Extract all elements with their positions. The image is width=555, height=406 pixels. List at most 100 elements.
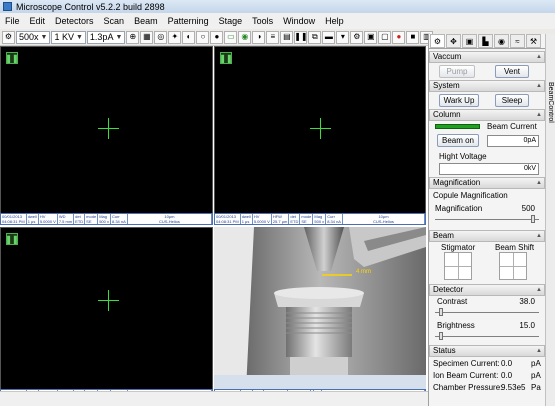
title-bar: Microscope Control v5.2.2 build 2898 <box>0 0 555 13</box>
viewport-bottom-left[interactable]: ❚❚ <box>0 227 213 391</box>
magnification-slider[interactable] <box>435 215 539 223</box>
voltage-value: 1 KV <box>54 32 74 42</box>
tab-view[interactable]: ◉ <box>494 34 509 48</box>
specimen-current-unit: pA <box>531 359 541 368</box>
slider-thumb[interactable] <box>531 215 535 223</box>
dropdown-icon[interactable]: ▾ <box>336 30 350 44</box>
record-icon[interactable]: ● <box>392 30 406 44</box>
scan-mode-icon[interactable]: ▬ <box>322 30 336 44</box>
beam-current-indicator <box>435 124 480 129</box>
databar-cell: 00/01/201304:08:31 PM <box>216 214 241 224</box>
tab-chart[interactable]: ▙ <box>478 34 493 48</box>
voltage-select[interactable]: 1 KV ▼ <box>51 30 86 44</box>
section-magnification[interactable]: Magnification ▲ <box>429 177 545 189</box>
dual-icon[interactable]: ⧉ <box>308 30 322 44</box>
stigmator-pad[interactable] <box>444 252 472 280</box>
circle-icon[interactable]: ○ <box>196 30 210 44</box>
viewport-top-right[interactable]: ❚❚ <box>214 46 426 225</box>
grid-icon[interactable]: ▦ <box>140 30 154 44</box>
beam-current-label: Beam Current <box>487 122 537 131</box>
tab-vacuum[interactable]: ≈ <box>510 34 525 48</box>
menu-scan[interactable]: Scan <box>99 13 130 29</box>
beam-shift-label: Beam Shift <box>495 243 535 252</box>
target-icon[interactable]: ◎ <box>154 30 168 44</box>
frame-icon[interactable]: ▣ <box>364 30 378 44</box>
sleep-button[interactable]: Sleep <box>495 94 529 107</box>
menu-file[interactable]: File <box>0 13 25 29</box>
brightness-value: 15.0 <box>519 321 535 330</box>
databar-cell: Curr8.34 nA <box>111 214 128 224</box>
pause-icon[interactable]: ❚❚ <box>294 30 308 44</box>
contrast-icon[interactable]: ◐ <box>182 30 196 44</box>
gear-icon[interactable]: ⚙ <box>2 30 15 44</box>
viewport-top-left[interactable]: ❚❚ <box>0 46 213 225</box>
contrast-slider[interactable] <box>435 308 539 316</box>
databar-scale: 10μmCUS-Helios <box>343 214 425 224</box>
pump-button[interactable]: Pump <box>439 65 475 78</box>
databar-cell: Curr8.34 nA <box>327 214 343 224</box>
magnification-select[interactable]: 500x ▼ <box>16 30 51 44</box>
chevron-down-icon: ▼ <box>115 33 123 41</box>
wake-up-button[interactable]: Wark Up <box>439 94 479 107</box>
slider-thumb[interactable] <box>439 308 443 316</box>
chamber-pressure-label: Chamber Pressure: <box>433 383 503 392</box>
beam-on-button[interactable]: Beam on <box>437 134 479 147</box>
tab-stage[interactable]: ✥ <box>446 34 461 48</box>
menu-window[interactable]: Window <box>278 13 320 29</box>
scan-icon[interactable]: ▤ <box>280 30 294 44</box>
brightness-slider[interactable] <box>435 332 539 340</box>
menu-patterning[interactable]: Patterning <box>163 13 214 29</box>
stop-icon[interactable]: ■ <box>406 30 420 44</box>
specimen-current-value: 0.0 <box>501 359 513 368</box>
chamber-camera-view[interactable]: 4 mm <box>214 227 426 390</box>
current-select[interactable]: 1.3pA ▼ <box>86 30 126 44</box>
current-value: 1.3pA <box>89 32 114 42</box>
databar-cell: dwell1 μs <box>27 214 39 224</box>
crosshair-icon[interactable]: ⊕ <box>126 30 140 44</box>
menu-help[interactable]: Help <box>320 13 349 29</box>
high-voltage-field[interactable]: 0kV <box>439 163 539 175</box>
menu-detectors[interactable]: Detectors <box>50 13 99 29</box>
tab-tools[interactable]: ⚒ <box>526 34 541 48</box>
pause-icon[interactable]: ❚❚ <box>219 52 233 64</box>
snapshot-icon[interactable]: ◉ <box>238 30 252 44</box>
specimen-current-label: Specimen Current: <box>433 359 500 368</box>
app-icon <box>3 2 12 11</box>
section-column[interactable]: Column ▲ <box>429 109 545 121</box>
tab-beam-settings[interactable]: ⚙ <box>430 34 445 48</box>
chamber-pressure-value: 9.53e5 <box>501 383 526 392</box>
section-status[interactable]: Status ▲ <box>429 345 545 357</box>
half-icon[interactable]: ◑ <box>252 30 266 44</box>
menu-edit[interactable]: Edit <box>25 13 51 29</box>
menu-beam[interactable]: Beam <box>129 13 163 29</box>
tab-beam-control[interactable]: BeamControl <box>547 82 554 123</box>
menu-tools[interactable]: Tools <box>247 13 278 29</box>
chamber-pressure-unit: Pa <box>531 383 541 392</box>
settings-icon[interactable]: ⚙ <box>350 30 364 44</box>
dot-icon[interactable]: ● <box>210 30 224 44</box>
section-vacuum[interactable]: Vaccum ▲ <box>429 51 545 63</box>
slider-track <box>435 336 539 337</box>
section-detector[interactable]: Detector ▲ <box>429 284 545 296</box>
section-system[interactable]: System ▲ <box>429 80 545 92</box>
list-icon[interactable]: ≡ <box>266 30 280 44</box>
vent-button[interactable]: Vent <box>495 65 529 78</box>
menu-bar: File Edit Detectors Scan Beam Patterning… <box>0 13 555 29</box>
databar-top-left: 00/01/2013 04:08:31 PM dwell 1 μs HV 5.0000… <box>0 213 213 225</box>
beam-current-field[interactable]: 0pA <box>487 135 539 147</box>
beam-shift-pad[interactable] <box>499 252 527 280</box>
slider-thumb[interactable] <box>439 332 443 340</box>
beam-control-panel: ⚙ ✥ ▣ ▙ ◉ ≈ ⚒ Vaccum ▲ Pump Vent System ▲ … <box>428 34 545 406</box>
tab-detector[interactable]: ▣ <box>462 34 477 48</box>
save-icon[interactable]: ▢ <box>378 30 392 44</box>
crosshair-icon <box>310 118 331 139</box>
menu-stage[interactable]: Stage <box>214 13 248 29</box>
pause-icon[interactable]: ❚❚ <box>5 233 19 245</box>
image-icon[interactable]: ▭ <box>224 30 238 44</box>
focus-icon[interactable]: ✦ <box>168 30 182 44</box>
stigmator-label: Stigmator <box>441 243 476 252</box>
chevron-up-icon: ▲ <box>536 348 542 354</box>
crosshair-icon <box>98 118 119 139</box>
section-beam[interactable]: Beam ▲ <box>429 230 545 242</box>
pause-icon[interactable]: ❚❚ <box>5 52 19 64</box>
